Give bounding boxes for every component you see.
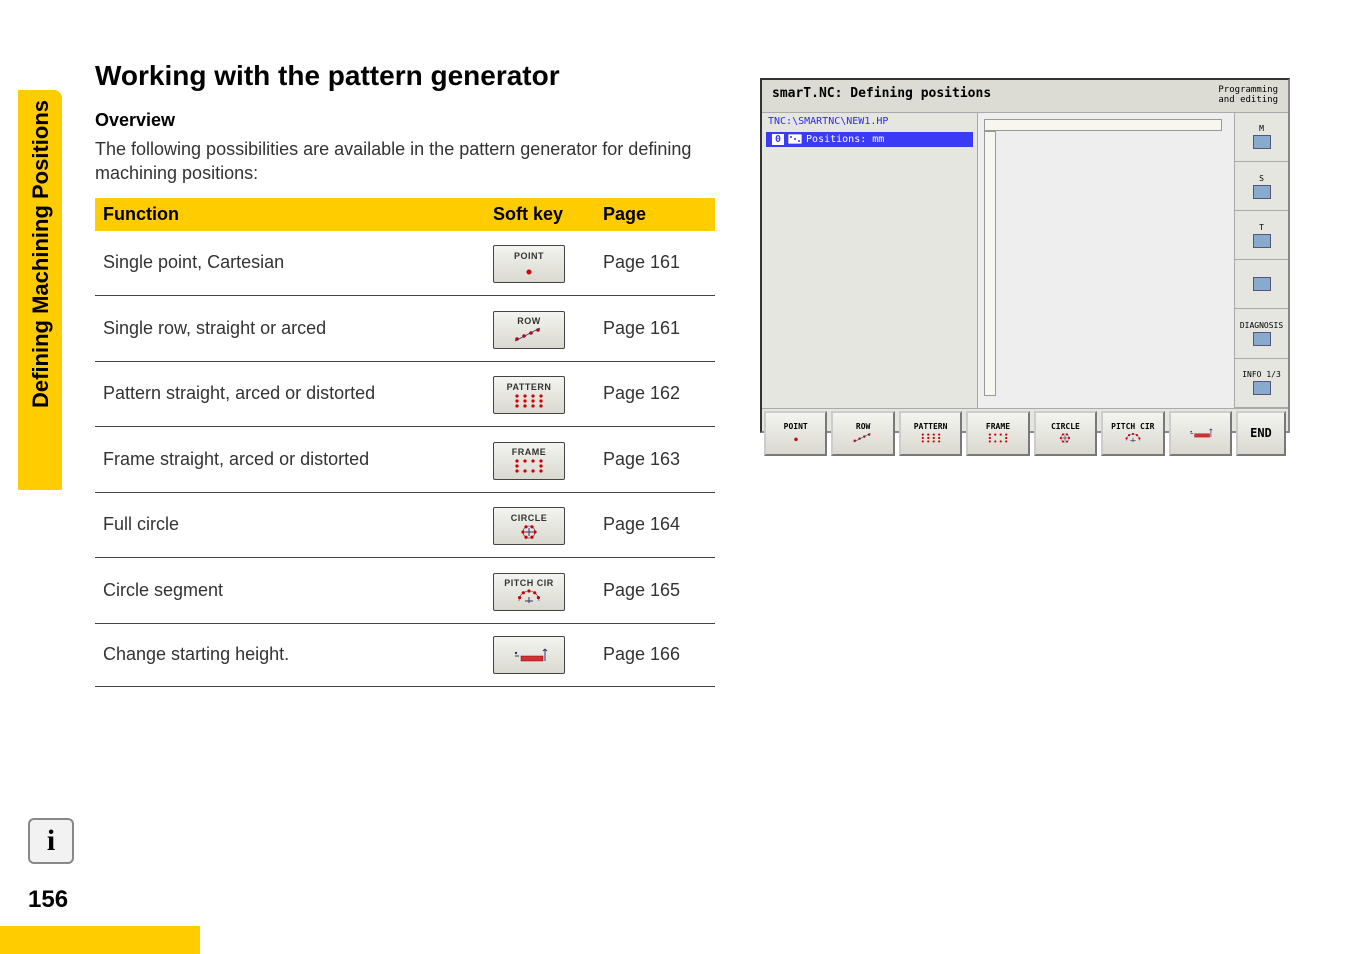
fn-cell: Single point, Cartesian [95, 231, 485, 296]
info-icon: i [28, 818, 74, 864]
main-content: Working with the pattern generator Overv… [95, 60, 735, 687]
softkey-pattern[interactable]: PATTERN [493, 376, 565, 414]
scr-mode: Programming and editing [1218, 86, 1278, 106]
table-row: Circle segmentPITCH CIR Page 165 [95, 558, 715, 624]
softkey-height[interactable] [493, 636, 565, 674]
page-cell: Page 163 [595, 427, 715, 493]
scr-path: TNC:\SMARTNC\NEW1.HP [762, 113, 977, 130]
softkey-circle[interactable]: CIRCLE [493, 507, 565, 545]
scr-side-button[interactable]: M [1235, 113, 1288, 162]
softkey-cell: PATTERN [485, 361, 595, 427]
col-softkey: Soft key [485, 198, 595, 231]
softkey-frame[interactable]: FRAME [493, 442, 565, 480]
softkey-cell: POINT [485, 231, 595, 296]
page-cell: Page 162 [595, 361, 715, 427]
section-subheading: Overview [95, 110, 735, 131]
fn-cell: Pattern straight, arced or distorted [95, 361, 485, 427]
fn-cell: Frame straight, arced or distorted [95, 427, 485, 493]
table-row: Pattern straight, arced or distortedPATT… [95, 361, 715, 427]
sidebar-chapter-tab: Defining Machining Positions [28, 100, 54, 408]
table-row: Single row, straight or arcedROW Page 161 [95, 296, 715, 362]
table-row: Frame straight, arced or distortedFRAME P… [95, 427, 715, 493]
fn-cell: Circle segment [95, 558, 485, 624]
intro-text: The following possibilities are availabl… [95, 137, 735, 186]
fn-cell: Full circle [95, 492, 485, 558]
scr-softkey-row[interactable]: ROW [831, 411, 894, 456]
softkey-row[interactable]: ROW [493, 311, 565, 349]
page-cell: Page 166 [595, 623, 715, 686]
page-number: 156 [28, 886, 68, 914]
table-row: Full circleCIRCLE Page 164 [95, 492, 715, 558]
col-function: Function [95, 198, 485, 231]
scr-softkey-pattern[interactable]: PATTERN [899, 411, 962, 456]
fn-cell: Change starting height. [95, 623, 485, 686]
page-cell: Page 161 [595, 231, 715, 296]
scr-side-button[interactable]: INFO 1/3 [1235, 359, 1288, 408]
scr-program-item[interactable]: 0 Positions: mm [766, 132, 973, 147]
softkey-pitch[interactable]: PITCH CIR [493, 573, 565, 611]
cnc-screenshot: smarT.NC: Defining positions Programming… [760, 78, 1290, 433]
table-row: Single point, CartesianPOINT Page 161 [95, 231, 715, 296]
scr-side-button[interactable]: DIAGNOSIS [1235, 309, 1288, 358]
scr-side-button[interactable] [1235, 260, 1288, 309]
page-cell: Page 165 [595, 558, 715, 624]
softkey-cell: CIRCLE [485, 492, 595, 558]
scr-end-button[interactable]: END [1236, 411, 1286, 456]
scr-softkey-pitch[interactable]: PITCH CIR [1101, 411, 1164, 456]
function-table: Function Soft key Page Single point, Car… [95, 198, 715, 687]
scr-softkey-point[interactable]: POINT [764, 411, 827, 456]
softkey-cell: FRAME [485, 427, 595, 493]
scr-title: smarT.NC: Defining positions [772, 86, 991, 106]
softkey-point[interactable]: POINT [493, 245, 565, 283]
scr-softkey-height[interactable] [1169, 411, 1232, 456]
table-row: Change starting height. Page 166 [95, 623, 715, 686]
softkey-cell [485, 623, 595, 686]
scr-softkey-frame[interactable]: FRAME [966, 411, 1029, 456]
softkey-cell: PITCH CIR [485, 558, 595, 624]
page-cell: Page 161 [595, 296, 715, 362]
fn-cell: Single row, straight or arced [95, 296, 485, 362]
scr-graphic-area [977, 113, 1234, 408]
scr-side-button[interactable]: T [1235, 211, 1288, 260]
col-page: Page [595, 198, 715, 231]
page-cell: Page 164 [595, 492, 715, 558]
scr-softkey-circle[interactable]: CIRCLE [1034, 411, 1097, 456]
footer-yellow-bar [0, 926, 200, 954]
scr-side-button[interactable]: S [1235, 162, 1288, 211]
softkey-cell: ROW [485, 296, 595, 362]
page-title: Working with the pattern generator [95, 60, 735, 92]
